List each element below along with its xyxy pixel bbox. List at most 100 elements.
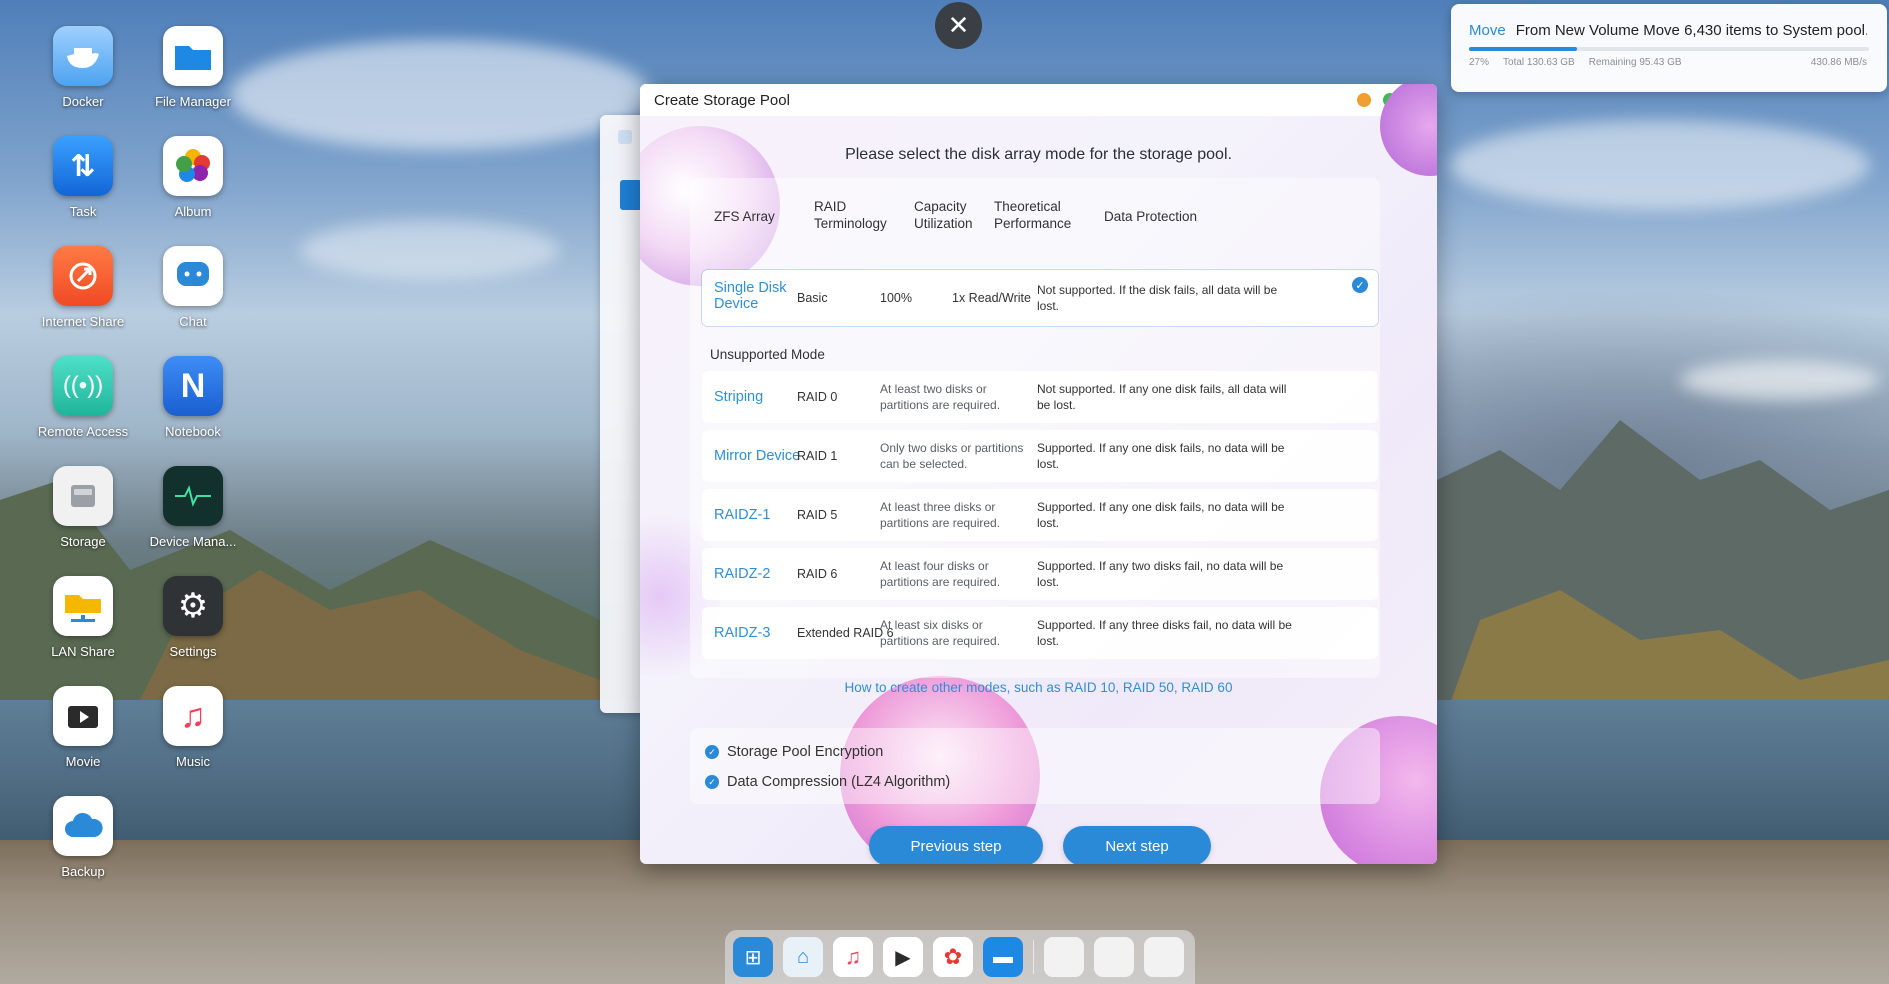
raid-level: RAID 0 xyxy=(797,390,838,404)
close-overlay-button[interactable]: ✕ xyxy=(935,2,982,49)
desktop-icon-label: Notebook xyxy=(165,424,221,439)
minimize-button[interactable] xyxy=(1357,93,1371,107)
dialog-heading: Please select the disk array mode for th… xyxy=(845,146,1232,163)
movie-icon xyxy=(53,686,113,746)
desktop-icon-storage[interactable]: Storage xyxy=(28,466,138,549)
mode-name: RAIDZ-2 xyxy=(714,566,771,582)
desktop-icon-device-manager[interactable]: Device Mana... xyxy=(138,466,248,549)
array-mode-panel xyxy=(690,178,1380,678)
desktop-icon-label: Internet Share xyxy=(41,314,125,329)
requirement-text: At least six disks or partitions are req… xyxy=(880,618,1001,648)
dock-window-thumbnail-icon[interactable] xyxy=(1044,937,1084,977)
array-mode-row[interactable]: Striping RAID 0 At least two disks or pa… xyxy=(702,371,1378,423)
desktop-icon-lan-share[interactable]: LAN Share xyxy=(28,576,138,659)
desktop-icon-chat[interactable]: Chat xyxy=(138,246,248,329)
remaining-size: Remaining 95.43 GB xyxy=(1588,57,1682,68)
backup-cloud-icon xyxy=(53,796,113,856)
chat-icon xyxy=(163,246,223,306)
album-icon xyxy=(163,136,223,196)
mode-name: RAIDZ-1 xyxy=(714,507,771,523)
table-header: ZFS Array RAID Terminology Capacity Util… xyxy=(714,198,1374,242)
task-notification[interactable]: Move From New Volume Move 6,430 items to … xyxy=(1451,4,1887,92)
other-modes-help-link[interactable]: How to create other modes, such as RAID … xyxy=(640,680,1437,695)
raid-level: RAID 6 xyxy=(797,567,838,581)
background-window-button[interactable] xyxy=(620,180,642,210)
selected-check-icon: ✓ xyxy=(1352,277,1368,293)
dock-movie-icon[interactable]: ▶ xyxy=(883,937,923,977)
progress-percent: 27% xyxy=(1469,57,1490,68)
desktop-icon-backup[interactable]: Backup xyxy=(28,796,138,879)
protection-text: Supported. If any two disks fail, no dat… xyxy=(1037,559,1284,589)
mode-name: Mirror Device xyxy=(714,448,801,464)
device-monitor-icon xyxy=(163,466,223,526)
desktop-icon-remote-access[interactable]: ((•)) Remote Access xyxy=(28,356,138,439)
folder-icon xyxy=(163,26,223,86)
checkbox-checked-icon: ✓ xyxy=(705,745,719,759)
desktop-icon-internet-share[interactable]: Internet Share xyxy=(28,246,138,329)
gear-icon: ⚙ xyxy=(163,576,223,636)
storage-icon xyxy=(53,466,113,526)
next-step-button[interactable]: Next step xyxy=(1063,826,1211,864)
desktop-icon-label: Movie xyxy=(65,754,101,769)
desktop-icon-label: Device Mana... xyxy=(149,534,237,549)
desktop-icon-notebook[interactable]: N Notebook xyxy=(138,356,248,439)
notebook-icon: N xyxy=(163,356,223,416)
array-mode-row-single-disk[interactable]: Single Disk Device Basic 100% 1x Read/Wr… xyxy=(702,270,1378,326)
column-raid-terminology: RAID Terminology xyxy=(814,199,887,231)
close-button[interactable] xyxy=(1409,93,1423,107)
protection-text: Supported. If any one disk fails, no dat… xyxy=(1037,441,1285,471)
dock-album-icon[interactable]: ✿ xyxy=(933,937,973,977)
desktop-icon-album[interactable]: Album xyxy=(138,136,248,219)
desktop-icon-label: Album xyxy=(174,204,212,219)
protection-text: Supported. If any one disk fails, no dat… xyxy=(1037,500,1285,530)
requirement-text: Only two disks or partitions can be sele… xyxy=(880,441,1024,471)
array-mode-row[interactable]: RAIDZ-3 Extended RAID 6 At least six dis… xyxy=(702,607,1378,659)
dock-music-icon[interactable]: ♫ xyxy=(833,937,873,977)
mode-name: RAIDZ-3 xyxy=(714,625,771,641)
array-mode-row[interactable]: RAIDZ-1 RAID 5 At least three disks or p… xyxy=(702,489,1378,541)
internet-share-icon xyxy=(53,246,113,306)
desktop-icon-file-manager[interactable]: File Manager xyxy=(138,26,248,109)
encryption-checkbox[interactable]: ✓ Storage Pool Encryption xyxy=(705,744,883,760)
dialog-title: Create Storage Pool xyxy=(654,91,790,109)
notification-title: Move From New Volume Move 6,430 items to … xyxy=(1469,22,1867,39)
remote-access-icon: ((•)) xyxy=(53,356,113,416)
dock-window-thumbnail-icon[interactable] xyxy=(1144,937,1184,977)
dock-window-thumbnail-icon[interactable] xyxy=(1094,937,1134,977)
previous-step-button[interactable]: Previous step xyxy=(869,826,1043,864)
desktop-icon-label: LAN Share xyxy=(51,644,115,659)
requirement-text: At least two disks or partitions are req… xyxy=(880,382,1001,412)
dock-separator xyxy=(1033,940,1034,974)
docker-icon xyxy=(53,26,113,86)
dock: ⊞ ⌂ ♫ ▶ ✿ ▬ xyxy=(725,930,1195,984)
dialog-titlebar[interactable]: Create Storage Pool xyxy=(640,84,1437,116)
desktop-icon-music[interactable]: ♫ Music xyxy=(138,686,248,769)
checkbox-checked-icon: ✓ xyxy=(705,775,719,789)
protection-text: Not supported. If the disk fails, all da… xyxy=(1037,283,1278,313)
mode-name: Striping xyxy=(714,389,764,405)
column-theoretical-performance: Theoretical Performance xyxy=(994,199,1072,231)
desktop-icon-docker[interactable]: Docker xyxy=(28,26,138,109)
progress-fill xyxy=(1469,47,1577,51)
array-mode-row[interactable]: Mirror Device RAID 1 Only two disks or p… xyxy=(702,430,1378,482)
maximize-button[interactable] xyxy=(1383,93,1397,107)
column-data-protection: Data Protection xyxy=(1104,209,1198,224)
music-icon: ♫ xyxy=(163,686,223,746)
transfer-speed: 430.86 MB/s xyxy=(1810,57,1867,68)
column-zfs-array: ZFS Array xyxy=(714,209,775,224)
dock-app-store-icon[interactable]: ⌂ xyxy=(783,937,823,977)
capacity-value: 100% xyxy=(880,291,912,305)
desktop-icon-settings[interactable]: ⚙ Settings xyxy=(138,576,248,659)
dock-folder-icon[interactable]: ▬ xyxy=(983,937,1023,977)
desktop-icon-label: Settings xyxy=(169,644,217,659)
window-controls xyxy=(1357,93,1423,107)
task-icon: ⇅ xyxy=(53,136,113,196)
array-mode-row[interactable]: RAIDZ-2 RAID 6 At least four disks or pa… xyxy=(702,548,1378,600)
compression-checkbox[interactable]: ✓ Data Compression (LZ4 Algorithm) xyxy=(705,774,950,790)
desktop-icon-label: File Manager xyxy=(155,94,231,109)
desktop-icon-task[interactable]: ⇅ Task xyxy=(28,136,138,219)
desktop-icon-label: Chat xyxy=(179,314,207,329)
desktop-icon-movie[interactable]: Movie xyxy=(28,686,138,769)
dock-start-icon[interactable]: ⊞ xyxy=(733,937,773,977)
encryption-label: Storage Pool Encryption xyxy=(727,744,884,760)
